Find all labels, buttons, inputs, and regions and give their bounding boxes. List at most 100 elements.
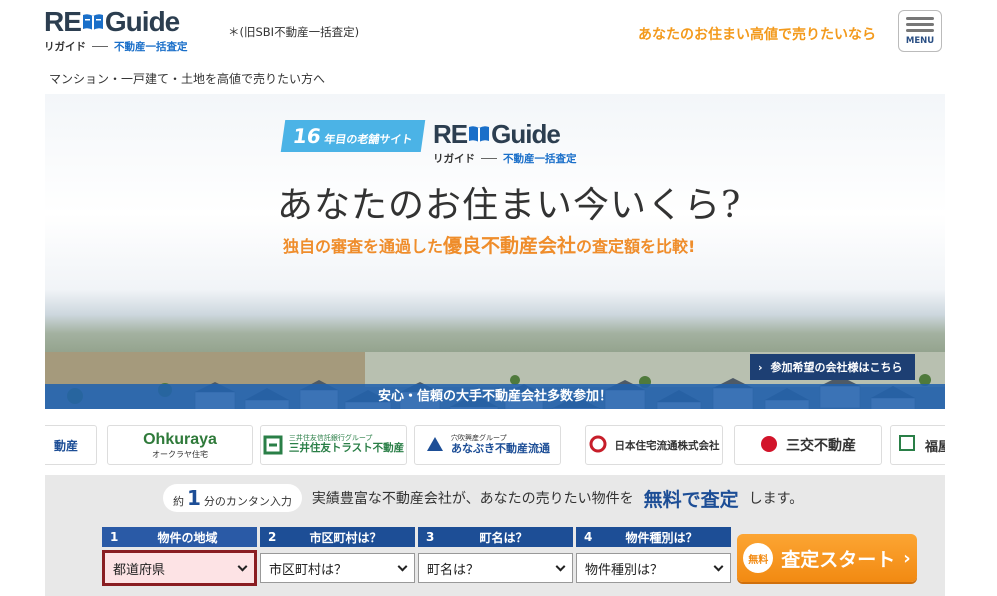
partner-name: 三交不動産 [786,438,856,454]
hero-subheadline: 独自の審査を通過した優良不動産会社の査定額を比較! [283,231,695,258]
start-label: 査定スタート [781,548,896,571]
step-header: 1 物件の地域 [102,527,257,547]
anabuki-mark-icon [425,435,445,455]
step-number: 3 [426,530,435,544]
logo-text-guide: Guide [104,6,180,37]
chevron-down-icon [237,561,248,572]
pill-pre: 約 [173,495,184,508]
chevron-down-icon [713,561,724,572]
step-header: 4 物件種別は？ [576,527,731,547]
step-number: 4 [584,530,593,544]
hero-banner: 16 年目の老舗サイト RE Guide リガイド 不動産一括査定 あなたのお住… [45,94,945,409]
hero-logo: RE Guide リガイド 不動産一括査定 [433,120,577,166]
step-title: 物件種別は？ [625,530,698,545]
hero-logo-subline: リガイド 不動産一括査定 [433,151,577,166]
property-type-select[interactable]: 物件種別は？ [576,553,731,583]
start-assessment-button[interactable]: 無料 査定スタート › [737,534,917,582]
former-name-note: ＊(旧SBI不動産一括査定) [228,25,360,39]
chevron-right-icon: › [903,547,911,569]
lead-text: 実績豊富な不動産会社が、あなたの売りたい物件を [311,491,634,507]
partner-text: 穴吹興産グループ あなぶき不動産流通 [451,434,550,455]
town-select[interactable]: 町名は？ [418,553,573,583]
page-tagline: マンション・一戸建て・土地を高値で売りたい方へ [49,72,326,86]
partner-logo[interactable]: 穴吹興産グループ あなぶき不動産流通 [414,425,561,465]
partner-sub: オークラヤ住宅 [152,449,208,459]
step-title: 市区町村は？ [309,530,382,545]
step-header: 3 町名は？ [418,527,573,547]
step-property-type: 4 物件種別は？ 物件種別は？ [576,527,731,586]
city-select[interactable]: 市区町村は？ [260,553,415,583]
form-steps: 1 物件の地域 都道府県 2 市区町村は？ 市区町村は？ 3 町名は？ 町名は？… [102,527,734,586]
years-badge: 16 年目の老舗サイト [280,120,426,152]
select-value: 都道府県 [113,562,166,578]
assessment-form: 約 1 分のカンタン入力 実績豊富な不動産会社が、あなたの売りたい物件を 無料で… [45,475,945,596]
years-text: 年目の老舗サイト [323,133,414,146]
select-value: 物件種別は？ [585,562,664,578]
hamburger-icon-bar [906,22,934,26]
partner-name: 福屋 [925,439,945,455]
member-recruit-label: 参加希望の会社様はこちら [770,361,903,374]
partner-name: Ohkuraya [143,430,217,448]
partner-logo[interactable]: 動産 [45,425,97,465]
hero-logo-guide: Guide [491,119,561,149]
select-value: 町名は？ [427,562,480,578]
hero-logo-tagline: 不動産一括査定 [503,153,577,165]
time-pill: 約 1 分のカンタン入力 [163,484,302,512]
logo-dash [92,46,108,47]
logo-text-re: RE [44,6,82,37]
pill-post: 分のカンタン入力 [203,495,292,508]
nihon-jutaku-mark-icon [589,435,609,455]
free-badge: 無料 [743,543,774,573]
sumitomo-mark-icon [263,435,283,455]
book-icon [468,123,490,145]
member-recruit-link[interactable]: › 参加希望の会社様はこちら [750,354,915,380]
trust-ribbon: 安心・信頼の大手不動産会社多数参加！ [45,384,945,409]
logo-tagline: 不動産一括査定 [114,41,188,53]
partner-name: 三井住友トラスト不動産 [288,442,405,455]
partner-logo[interactable]: Ohkuraya オークラヤ住宅 [107,425,253,465]
sanko-mark-icon [760,435,780,455]
step-number: 1 [110,530,119,544]
partner-logo[interactable]: 三交不動産 [734,425,882,465]
partner-text: 三井住友信託銀行グループ 三井住友トラスト不動産 [289,435,404,454]
hero-logo-dash [481,158,497,159]
hero-logo-wordmark: RE Guide [433,120,577,148]
partner-logo[interactable]: 日本住宅流通株式会社 [585,425,723,465]
step-title: 町名は？ [479,530,528,545]
lead-free: 無料で査定 [643,488,739,511]
hero-sub-highlight: 優良不動産会社 [443,235,577,257]
partner-logo[interactable]: 福屋 [890,425,945,465]
menu-label: MENU [905,35,935,46]
partner-name: あなぶき不動産流通 [451,441,550,455]
chevron-right-icon: › [758,360,763,374]
site-logo[interactable]: RE Guide リガイド 不動産一括査定 [44,8,214,54]
book-icon [82,11,104,33]
hero-sub-pre: 独自の審査を通過した [283,237,444,256]
lead-end: します。 [748,491,804,507]
hero-logo-re: RE [433,119,468,149]
step-town: 3 町名は？ 町名は？ [418,527,573,586]
chevron-down-icon [555,561,566,572]
prefecture-select[interactable]: 都道府県 [102,550,257,586]
partner-logo[interactable]: 三井住友信託銀行グループ 三井住友トラスト不動産 [260,425,407,465]
chevron-down-icon [397,561,408,572]
partner-logo-carousel[interactable]: 動産 Ohkuraya オークラヤ住宅 三井住友信託銀行グループ 三井住友トラス… [45,425,945,465]
partner-name: 動産 [53,438,78,453]
form-lead: 約 1 分のカンタン入力 実績豊富な不動産会社が、あなたの売りたい物件を 無料で… [163,484,803,512]
step-header: 2 市区町村は？ [260,527,415,547]
years-number: 16 [291,124,323,148]
hamburger-icon-bar [906,28,934,32]
hero-headline: あなたのお住まい今いくら? [277,185,742,226]
select-value: 市区町村は？ [269,562,348,578]
step-number: 2 [268,530,277,544]
partner-name: 日本住宅流通株式会社 [614,439,720,452]
hero-sub-post: の査定額を比較! [576,237,696,256]
menu-button[interactable]: MENU [898,10,942,52]
hero-logo-ruby: リガイド [433,153,475,165]
logo-ruby: リガイド [44,41,86,53]
step-title: 物件の地域 [157,530,218,545]
header-cta-link[interactable]: あなたのお住まい高値で売りたいなら [638,24,876,44]
hamburger-icon [906,16,934,20]
step-prefecture: 1 物件の地域 都道府県 [102,527,257,586]
pill-number: 1 [187,486,201,510]
